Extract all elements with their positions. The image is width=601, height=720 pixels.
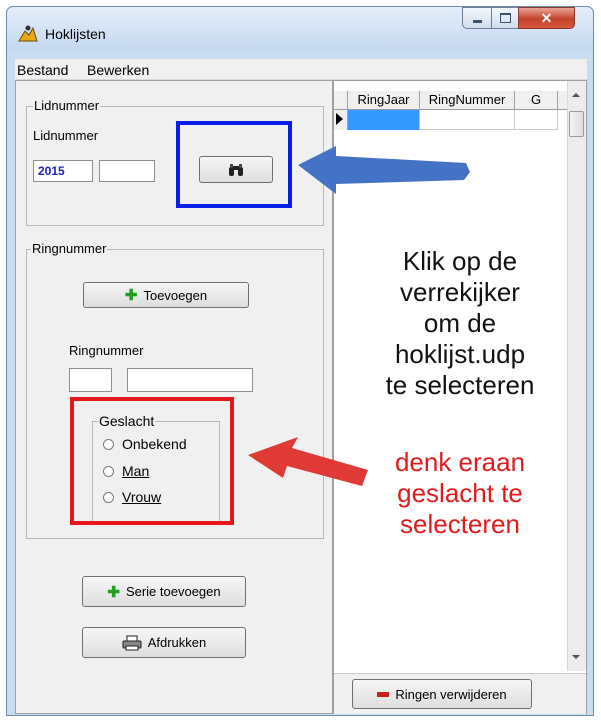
blue-arrow-icon (298, 146, 470, 194)
reminder-line-3: selecteren (400, 509, 520, 539)
instruction-callout: Klik op de verrekijker om de hoklijst.ud… (342, 246, 578, 401)
instruction-line-2: verrekijker (400, 277, 520, 307)
reminder-callout: denk eraan geslacht te selecteren (350, 447, 570, 540)
reminder-line-2: geslacht te (397, 478, 523, 508)
instruction-line-3: om de (423, 308, 497, 338)
instruction-line-4: hoklijst.udp (394, 339, 526, 369)
reminder-line-1: denk eraan (394, 447, 526, 477)
instruction-line-5: te selecteren (385, 370, 535, 400)
instruction-line-1: Klik op de (402, 246, 518, 276)
